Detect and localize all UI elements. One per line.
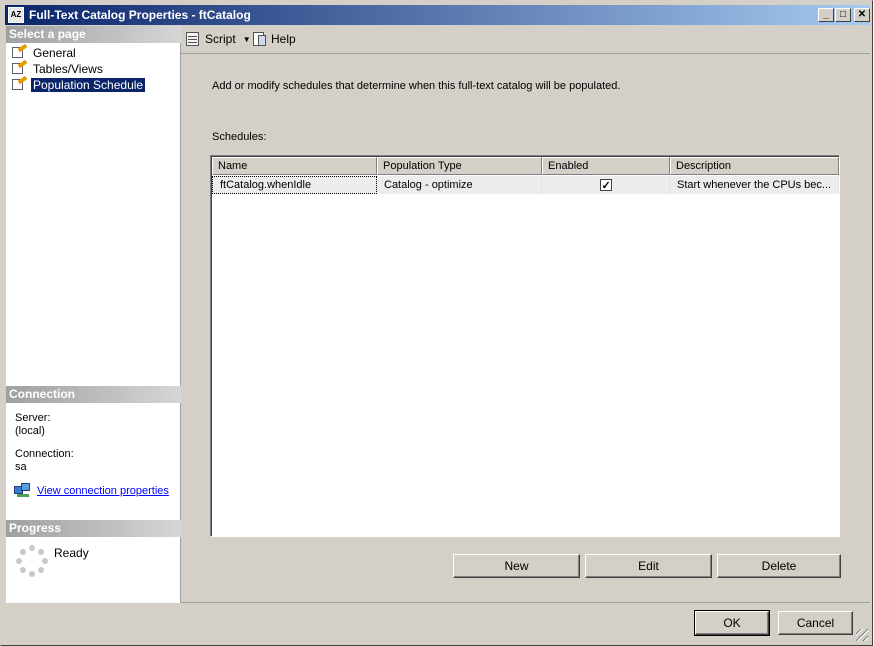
table-row[interactable]: ftCatalog.whenIdle Catalog - optimize St… — [212, 176, 839, 194]
catalog-app-icon: AZ — [8, 7, 24, 23]
enabled-cell[interactable] — [542, 176, 670, 194]
help-button[interactable]: Help — [251, 31, 296, 47]
schedule-name-cell[interactable]: ftCatalog.whenIdle — [212, 176, 377, 194]
page-properties-icon — [11, 75, 28, 91]
page-item-label: General — [33, 45, 76, 60]
right-pane: Script ▼ Help Add or modify schedules th… — [181, 26, 870, 603]
window-title: Full-Text Catalog Properties - ftCatalog — [29, 8, 251, 22]
column-header-population-type[interactable]: Population Type — [377, 157, 542, 175]
column-header-enabled[interactable]: Enabled — [542, 157, 670, 175]
progress-spinner-icon — [16, 545, 48, 577]
progress-header: Progress — [6, 520, 181, 537]
delete-button[interactable]: Delete — [717, 554, 841, 578]
help-label: Help — [271, 32, 296, 46]
view-connection-properties-link[interactable]: View connection properties — [37, 485, 169, 497]
enabled-checkbox[interactable] — [599, 177, 612, 194]
new-button[interactable]: New — [453, 554, 580, 578]
connection-label: Connection: — [15, 448, 74, 460]
page-item-general[interactable]: General — [11, 43, 78, 60]
select-page-header: Select a page — [6, 26, 181, 43]
connection-value: sa — [15, 461, 27, 473]
grid-header: Name Population Type Enabled Description — [212, 157, 839, 175]
chevron-down-icon[interactable]: ▼ — [243, 35, 251, 44]
connection-properties-icon — [14, 483, 31, 498]
schedules-grid[interactable]: Name Population Type Enabled Description… — [210, 155, 840, 537]
page-item-population-schedule[interactable]: Population Schedule — [11, 75, 146, 92]
help-icon — [251, 31, 267, 47]
script-icon — [185, 31, 201, 47]
left-pane: Select a page General Tables/Views Popul… — [6, 26, 181, 603]
ok-button[interactable]: OK — [694, 610, 770, 636]
page-properties-icon — [11, 59, 28, 75]
title-bar[interactable]: AZ Full-Text Catalog Properties - ftCata… — [5, 5, 870, 25]
server-label: Server: — [15, 412, 51, 424]
script-button[interactable]: Script ▼ — [185, 31, 251, 47]
server-value: (local) — [15, 425, 45, 437]
maximize-button[interactable]: □ — [835, 8, 851, 22]
page-item-label: Tables/Views — [33, 61, 103, 76]
page-description: Add or modify schedules that determine w… — [212, 80, 621, 92]
edit-button[interactable]: Edit — [585, 554, 712, 578]
dialog-window: AZ Full-Text Catalog Properties - ftCata… — [0, 0, 873, 646]
progress-status: Ready — [54, 546, 89, 560]
toolbar: Script ▼ Help — [181, 26, 870, 54]
page-properties-icon — [11, 43, 28, 59]
page-item-tables-views[interactable]: Tables/Views — [11, 59, 105, 76]
view-connection-properties[interactable]: View connection properties — [14, 483, 169, 498]
minimize-button[interactable]: _ — [818, 8, 834, 22]
population-type-cell[interactable]: Catalog - optimize — [377, 176, 542, 194]
column-header-name[interactable]: Name — [212, 157, 377, 175]
connection-header: Connection — [6, 386, 181, 403]
page-item-label: Population Schedule — [31, 77, 146, 92]
resize-grip[interactable] — [856, 629, 868, 641]
column-header-description[interactable]: Description — [670, 157, 839, 175]
schedules-label: Schedules: — [212, 131, 267, 143]
close-button[interactable]: ✕ — [854, 8, 870, 22]
script-label: Script — [205, 32, 236, 46]
description-cell[interactable]: Start whenever the CPUs bec... — [670, 176, 839, 194]
cancel-button[interactable]: Cancel — [778, 611, 853, 635]
